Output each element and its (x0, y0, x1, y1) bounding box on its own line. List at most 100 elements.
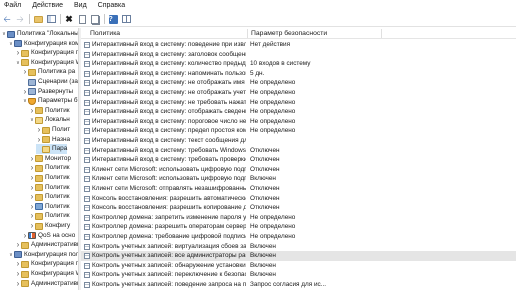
list-item[interactable]: Клиент сети Microsoft: отправлять незаши… (81, 184, 516, 194)
tree-node[interactable]: › Конфигурация п (15, 48, 78, 58)
list-item[interactable]: Клиент сети Microsoft: использовать цифр… (81, 174, 516, 184)
help-icon[interactable]: ? (108, 14, 118, 24)
console-tree[interactable]: ∨ Политика "Локальный ∨ Конфигурация комп › К… (0, 28, 78, 290)
list-item[interactable]: Контроль учетных записей: обнаружение ус… (81, 261, 516, 271)
list-item[interactable]: Интерактивный вход в систему: поведение … (81, 40, 516, 50)
list-item[interactable]: Контроль учетных записей: все администра… (81, 251, 516, 262)
menu-bar: Файл Действие Вид Справка (0, 0, 516, 12)
action-pane-icon[interactable] (121, 14, 131, 24)
list-item[interactable]: Интерактивный вход в систему: не отображ… (81, 88, 516, 98)
tree-node[interactable]: ∨ Конфигурация комп (8, 39, 78, 49)
tree-node[interactable]: › Политик (29, 183, 70, 193)
menu-item[interactable]: Действие (32, 0, 63, 12)
show-tree-icon[interactable] (46, 14, 56, 24)
tree-node[interactable]: › Полит (36, 125, 71, 135)
netpol-icon (35, 203, 43, 211)
security-setting: Не определено (250, 233, 296, 240)
list-item[interactable]: Интерактивный вход в систему: не требова… (81, 98, 516, 108)
policy-setting-icon (84, 99, 90, 106)
tree-node[interactable]: Сценарии (за (22, 77, 78, 87)
policy-name: Контроль учетных записей: переключение к… (92, 271, 246, 279)
list-item[interactable]: Консоль восстановления: разрешить автома… (81, 194, 516, 204)
list-item[interactable]: Контроллер домена: запретить изменение п… (81, 213, 516, 223)
tree-node[interactable]: › Конфигурация W (15, 269, 78, 279)
list-item[interactable]: Интерактивный вход в систему: текст сооб… (81, 136, 516, 146)
tree-node[interactable]: › Политик (29, 163, 70, 173)
security-setting: 10 входов в систему (250, 60, 311, 68)
tree-node-label: Конфигурация W (31, 58, 78, 66)
list-item[interactable]: Интерактивный вход в систему: требовать … (81, 146, 516, 156)
list-item[interactable]: Контроллер домена: требование цифровой п… (81, 232, 516, 242)
list-item[interactable]: Консоль восстановления: разрешить копиро… (81, 203, 516, 213)
tree-node[interactable]: › Политик (29, 202, 70, 212)
tree-node[interactable]: ∨ Параметры б (22, 96, 78, 106)
column-header-setting[interactable]: Параметр безопасности (248, 28, 327, 39)
tree-node-label: Политика ра (38, 68, 76, 76)
security-setting: Отключен (250, 146, 280, 154)
list-item[interactable]: Контроль учетных записей: виртуализация … (81, 242, 516, 252)
tree-node[interactable]: › Конфигурация п (15, 259, 78, 269)
tree-node-label: Административн (31, 241, 78, 249)
folder-icon (35, 212, 43, 220)
tree-node[interactable]: › Административн (15, 279, 78, 289)
policy-setting-icon (84, 214, 90, 221)
policy-name: Интерактивный вход в систему: требовать … (92, 156, 246, 164)
list-item[interactable]: Контроллер домена: разрешить операторам … (81, 222, 516, 232)
menu-item[interactable]: Справка (98, 0, 125, 12)
properties-icon[interactable] (77, 14, 87, 24)
tree-node-label: Полит (52, 126, 71, 133)
policy-list[interactable]: Политика Параметр безопасности Интеракти… (81, 28, 516, 290)
tree-node-label: Монитор (45, 154, 72, 162)
security-setting: Запрос согласия для ис... (250, 281, 327, 288)
tree-node[interactable]: › Политик (29, 173, 70, 183)
policy-name: Контроль учетных записей: поведение запр… (92, 281, 246, 288)
list-item[interactable]: Интерактивный вход в систему: не отображ… (81, 78, 516, 88)
tree-node-label: Политик (45, 164, 70, 172)
tree-node[interactable]: ∨ Конфигурация W (15, 58, 78, 68)
list-item[interactable]: Интерактивный вход в систему: отображать… (81, 107, 516, 117)
tree-node[interactable]: ∨ Локальн (29, 115, 70, 125)
tree-node-label: Политик (45, 193, 70, 201)
policy-icon (28, 78, 36, 86)
toolbar-separator (60, 14, 61, 24)
tree-node[interactable]: › Конфигу (29, 221, 71, 231)
tree-node[interactable]: › Назна (36, 135, 70, 145)
tree-node[interactable]: ∨ Политика "Локальный (1, 29, 78, 39)
policy-setting-icon (84, 166, 90, 173)
policy-setting-icon (84, 224, 90, 231)
list-item[interactable]: Интерактивный вход в систему: предел про… (81, 126, 516, 136)
column-header-policy[interactable]: Политика (87, 28, 120, 39)
tree-node[interactable]: › QoS на осно (22, 231, 76, 241)
tree-node[interactable]: › Политик (29, 106, 70, 116)
list-item[interactable]: Интерактивный вход в систему: пороговое … (81, 117, 516, 127)
list-item[interactable]: Интерактивный вход в систему: количество… (81, 59, 516, 69)
folder-icon (28, 68, 36, 76)
list-item[interactable]: Клиент сети Microsoft: использовать цифр… (81, 165, 516, 175)
tree-node[interactable]: › Административн (15, 240, 78, 250)
tree-node[interactable]: › Монитор (29, 154, 71, 164)
forward-arrow-icon[interactable]: 🡢 (15, 14, 25, 24)
policy-name: Интерактивный вход в систему: отображать… (92, 108, 246, 116)
tree-node[interactable]: › Политик (29, 192, 70, 202)
tree-node[interactable]: ∨ Конфигурация пол (8, 250, 78, 260)
back-arrow-icon[interactable]: 🡠 (2, 14, 12, 24)
tree-node[interactable]: › Политика ра (22, 67, 76, 77)
tree-node[interactable]: › Политик (29, 211, 70, 221)
export-list-icon[interactable] (90, 14, 100, 24)
delete-icon[interactable]: ✖ (64, 14, 74, 24)
list-item[interactable]: Интерактивный вход в систему: напоминать… (81, 69, 516, 79)
list-item[interactable]: Контроль учетных записей: переключение к… (81, 270, 516, 280)
list-item[interactable]: Интерактивный вход в систему: заголовок … (81, 50, 516, 60)
tree-node[interactable]: › Развернуты (22, 87, 73, 97)
list-item[interactable]: Контроль учетных записей: поведение запр… (81, 280, 516, 290)
up-folder-icon[interactable] (33, 14, 43, 24)
tree-node-label: Пара (52, 145, 68, 153)
tree-node[interactable]: Пара (36, 144, 68, 155)
tree-node-label: Политик (45, 202, 70, 210)
column-divider[interactable] (381, 29, 382, 38)
menu-item[interactable]: Файл (4, 0, 21, 12)
list-item[interactable]: Интерактивный вход в систему: требовать … (81, 155, 516, 165)
security-setting: Не определено (250, 213, 296, 221)
folder-icon (35, 222, 43, 230)
menu-item[interactable]: Вид (74, 0, 87, 12)
